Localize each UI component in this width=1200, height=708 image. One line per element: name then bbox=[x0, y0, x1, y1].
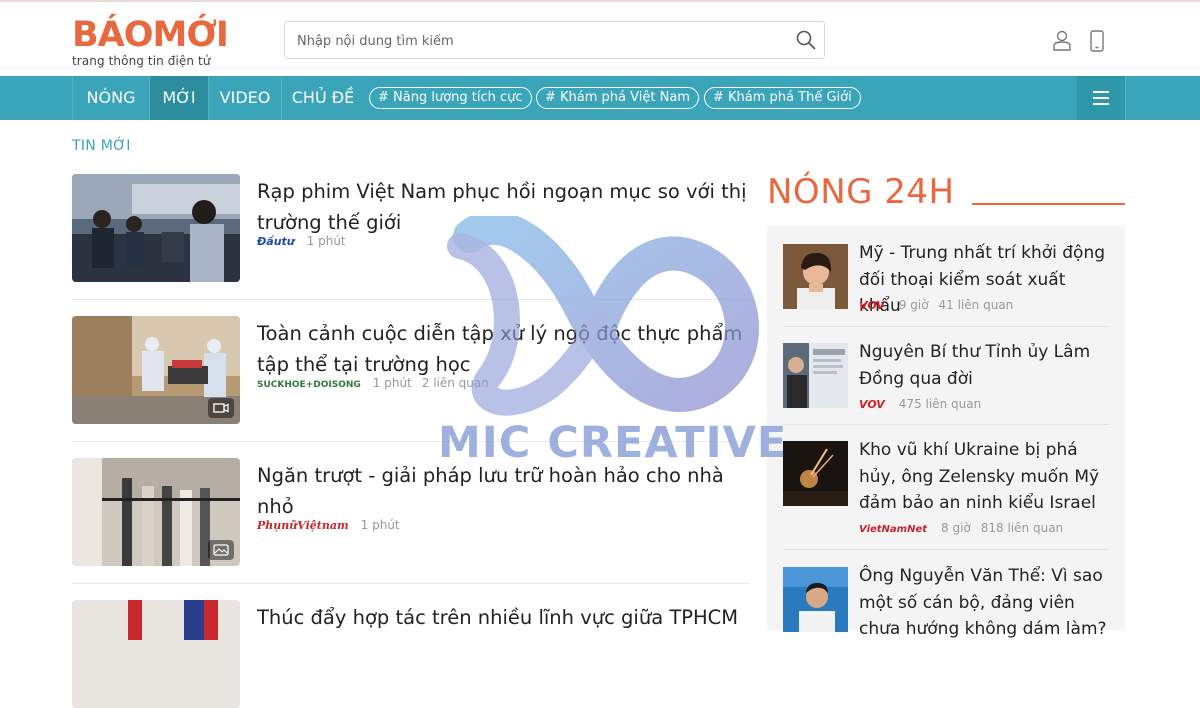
menu-icon bbox=[1093, 91, 1109, 105]
hot-thumbnail[interactable] bbox=[783, 244, 848, 309]
hot-item-meta: VietNamNet 8 giờ 818 liên quan bbox=[859, 521, 1063, 535]
hot-item-time: 9 giờ bbox=[898, 298, 929, 312]
search-icon[interactable] bbox=[796, 30, 816, 50]
article-thumbnail[interactable] bbox=[72, 458, 240, 566]
article-item[interactable]: Rạp phim Việt Nam phục hồi ngoạn mục so … bbox=[72, 174, 750, 282]
article-item[interactable]: Ngăn trượt - giải pháp lưu trữ hoàn hảo … bbox=[72, 458, 750, 566]
divider bbox=[72, 441, 750, 442]
hot-item-meta: VOV 475 liên quan bbox=[859, 397, 981, 411]
nav-item-moi[interactable]: MỚI bbox=[150, 76, 208, 120]
article-item[interactable]: Toàn cảnh cuộc diễn tập xử lý ngộ độc th… bbox=[72, 316, 750, 424]
tag-nang-luong-tich-cuc[interactable]: # Năng lượng tích cực bbox=[369, 87, 532, 109]
source-logo[interactable]: VietNamNet bbox=[859, 524, 927, 535]
article-related[interactable]: 2 liên quan bbox=[422, 376, 489, 390]
divider bbox=[72, 299, 750, 300]
hot-thumbnail[interactable] bbox=[783, 441, 848, 506]
hot-item-related[interactable]: 41 liên quan bbox=[939, 298, 1014, 312]
divider bbox=[783, 424, 1109, 425]
source-logo[interactable]: VOV bbox=[859, 398, 885, 411]
article-thumbnail[interactable] bbox=[72, 174, 240, 282]
search-box bbox=[284, 21, 825, 59]
logo[interactable]: BÁOMỚI trang thông tin điện tử bbox=[72, 15, 229, 68]
hot-item-related[interactable]: 475 liên quan bbox=[899, 397, 981, 411]
nav-separator bbox=[1125, 76, 1126, 120]
divider bbox=[783, 549, 1109, 550]
header: BÁOMỚI trang thông tin điện tử bbox=[0, 2, 1200, 76]
source-logo[interactable]: SUCKHOE+DOISONG bbox=[257, 380, 361, 390]
phone-icon[interactable] bbox=[1090, 30, 1104, 52]
source-logo[interactable]: VOV bbox=[859, 299, 885, 312]
hot-item-meta: VOV 9 giờ 41 liên quan bbox=[859, 298, 1013, 312]
logo-tagline: trang thông tin điện tử bbox=[72, 54, 211, 68]
article-title[interactable]: Thúc đẩy hợp tác trên nhiều lĩnh vực giữ… bbox=[257, 602, 752, 633]
hot-title-underline bbox=[972, 203, 1125, 205]
article-time: 1 phút bbox=[360, 518, 400, 532]
article-meta: PhụnữViệtnam 1 phút bbox=[257, 518, 400, 532]
article-item[interactable]: Thúc đẩy hợp tác trên nhiều lĩnh vực giữ… bbox=[72, 600, 750, 708]
tag-kham-pha-viet-nam[interactable]: # Khám phá Việt Nam bbox=[536, 87, 699, 109]
source-logo[interactable]: Đầutư bbox=[257, 235, 295, 248]
hot-section-title: NÓNG 24H bbox=[767, 172, 955, 212]
gallery-icon bbox=[208, 540, 234, 560]
tag-kham-pha-the-gioi[interactable]: # Khám phá Thế Giới bbox=[704, 87, 861, 109]
article-thumbnail[interactable] bbox=[72, 316, 240, 424]
hot-item-related[interactable]: 818 liên quan bbox=[981, 521, 1063, 535]
hot-thumbnail[interactable] bbox=[783, 567, 848, 632]
article-title[interactable]: Rạp phim Việt Nam phục hồi ngoạn mục so … bbox=[257, 176, 752, 238]
article-meta: Đầutư 1 phút bbox=[257, 234, 346, 248]
article-thumbnail[interactable] bbox=[72, 600, 240, 708]
nav-item-chu-de[interactable]: CHỦ ĐỀ bbox=[282, 76, 364, 120]
hot-list: Mỹ - Trung nhất trí khởi động đối thoại … bbox=[767, 226, 1125, 639]
article-title[interactable]: Toàn cảnh cuộc diễn tập xử lý ngộ độc th… bbox=[257, 318, 752, 380]
divider bbox=[72, 583, 750, 584]
logo-text: BÁOMỚI bbox=[72, 15, 229, 55]
video-icon bbox=[208, 398, 234, 418]
hot-item-title[interactable]: Kho vũ khí Ukraine bị phá hủy, ông Zelen… bbox=[859, 437, 1111, 517]
article-title[interactable]: Ngăn trượt - giải pháp lưu trữ hoàn hảo … bbox=[257, 460, 752, 522]
article-time: 1 phút bbox=[372, 376, 412, 390]
article-meta: SUCKHOE+DOISONG 1 phút 2 liên quan bbox=[257, 376, 489, 390]
main-nav: NÓNG MỚI VIDEO CHỦ ĐỀ # Năng lượng tích … bbox=[0, 76, 1200, 120]
hot-item-time: 8 giờ bbox=[941, 521, 971, 535]
hot-item-title[interactable]: Nguyên Bí thư Tỉnh ủy Lâm Đồng qua đời bbox=[859, 339, 1111, 392]
article-time: 1 phút bbox=[306, 234, 346, 248]
hot-thumbnail[interactable] bbox=[783, 343, 848, 408]
section-title: TIN MỚI bbox=[72, 138, 131, 154]
user-icon[interactable] bbox=[1052, 30, 1072, 52]
menu-button[interactable] bbox=[1077, 76, 1125, 120]
nav-item-video[interactable]: VIDEO bbox=[209, 76, 281, 120]
hot-item-title[interactable]: Ông Nguyễn Văn Thể: Vì sao một số cán bộ… bbox=[859, 563, 1111, 643]
divider bbox=[783, 326, 1109, 327]
search-input[interactable] bbox=[295, 30, 779, 52]
source-logo[interactable]: PhụnữViệtnam bbox=[257, 519, 349, 532]
nav-item-nong[interactable]: NÓNG bbox=[73, 76, 149, 120]
